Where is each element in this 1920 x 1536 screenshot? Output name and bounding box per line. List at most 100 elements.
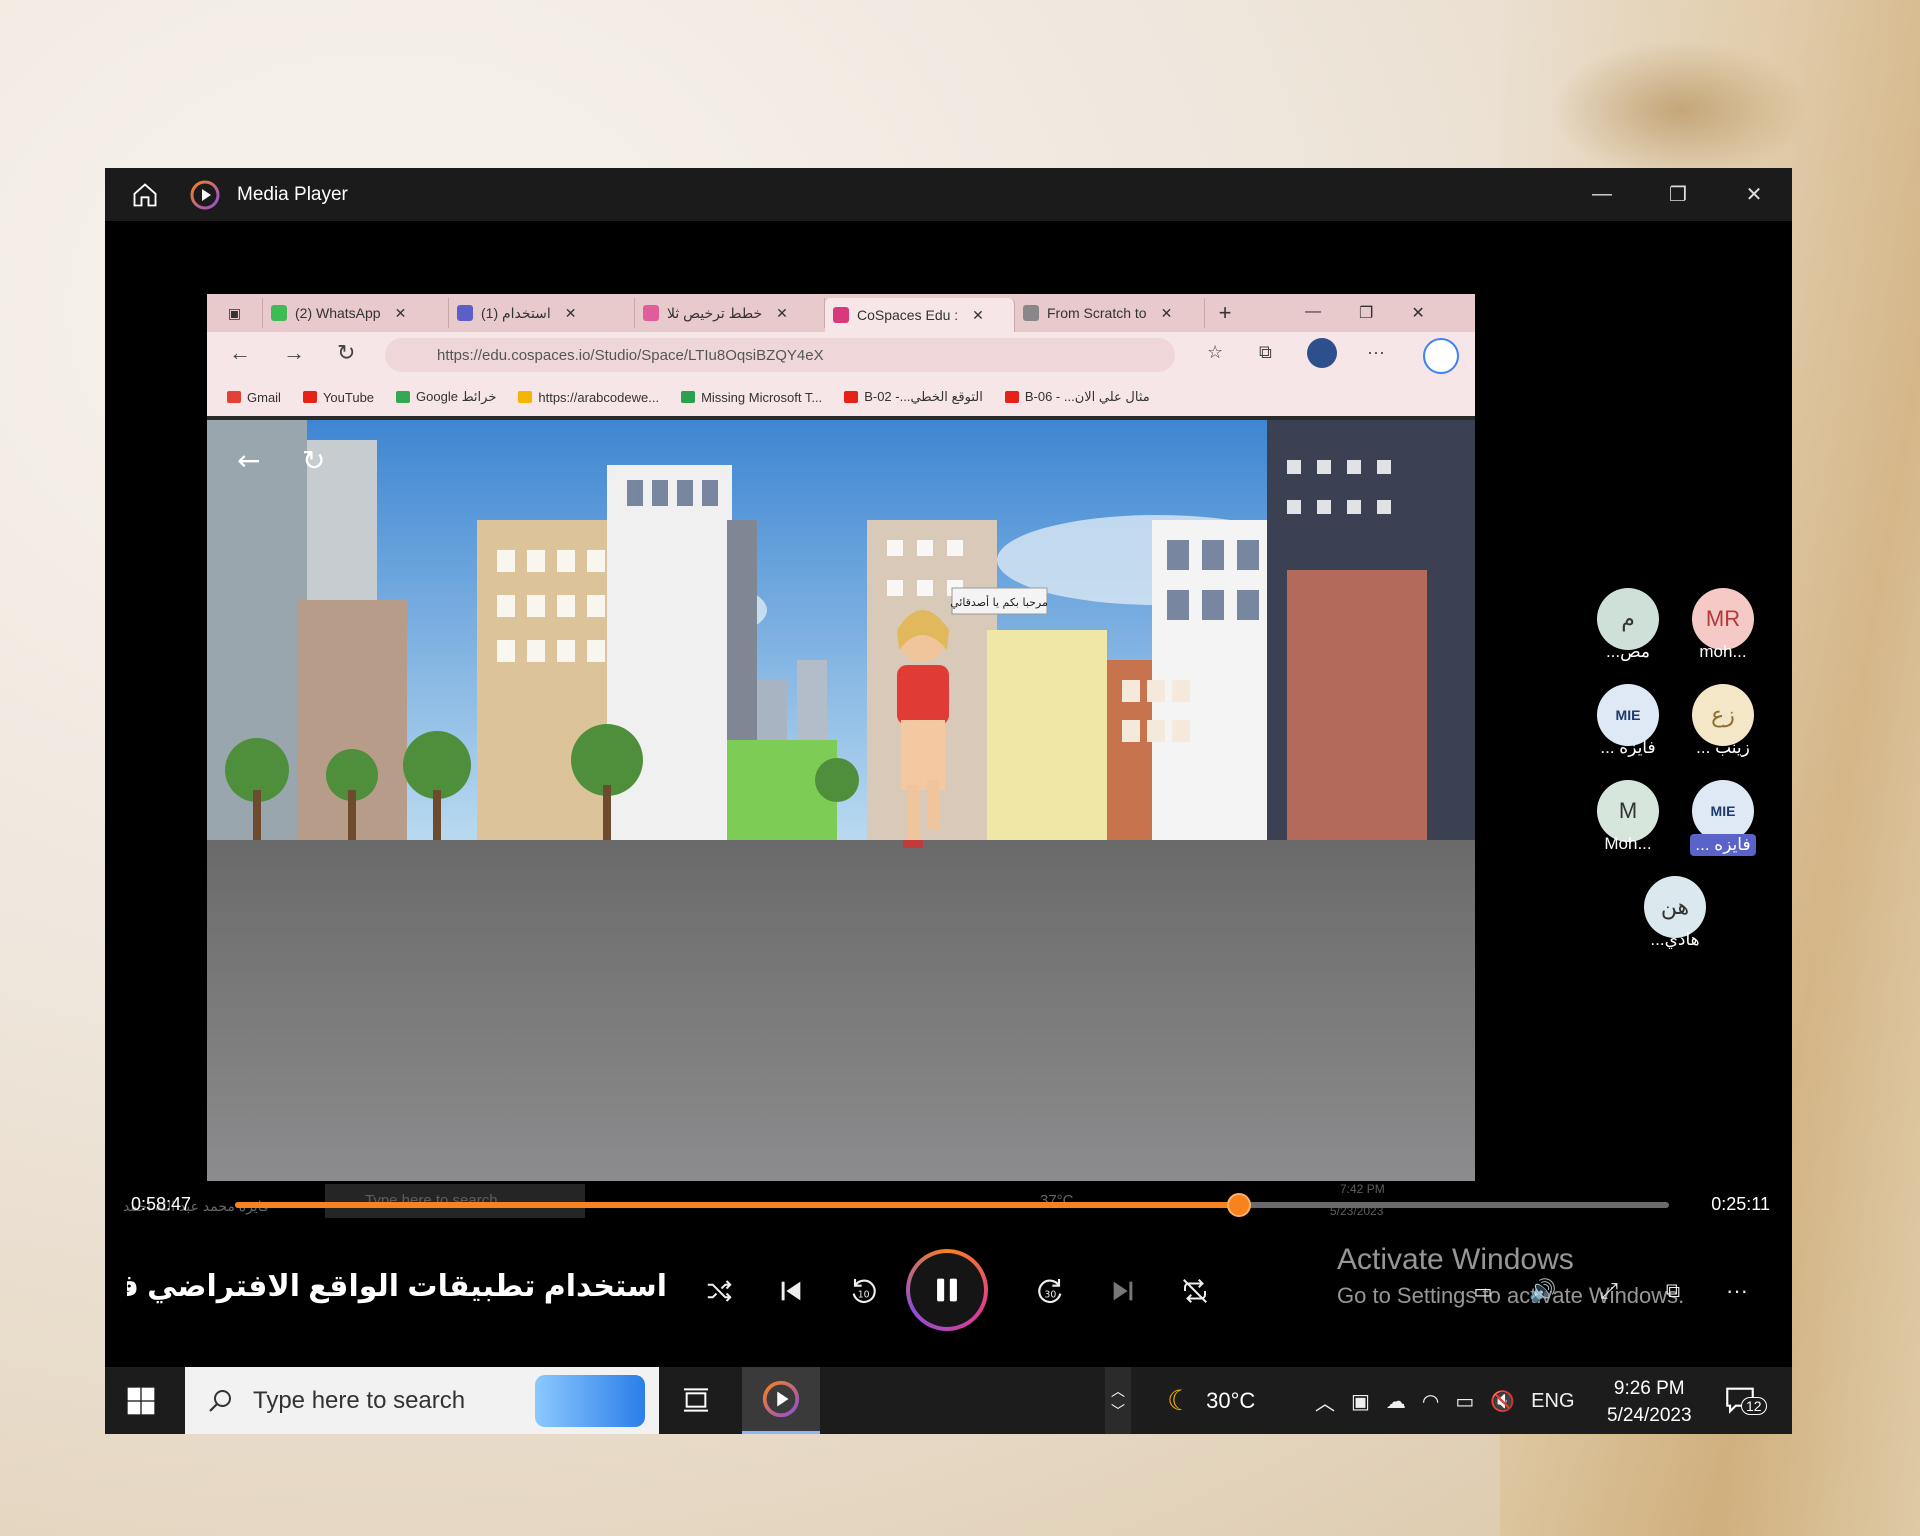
now-playing-title: استخدام تطبيقات الواقع الافتراضي ف... <box>127 1270 667 1303</box>
participant-tile[interactable]: M Moh... <box>1595 780 1661 854</box>
background-decoration-spot <box>1550 40 1810 180</box>
next-button[interactable] <box>1103 1271 1143 1311</box>
collections-icon: ⧉ <box>1259 342 1272 362</box>
bookmark: https://arabcodewe... <box>518 390 659 405</box>
taskbar-clock[interactable]: 9:26 PM 5/24/2023 <box>1607 1375 1692 1429</box>
seek-bar-progress <box>235 1202 1239 1208</box>
recorded-tab: From Scratch to ✕ <box>1015 298 1205 328</box>
moon-icon: ☾ <box>1167 1385 1193 1416</box>
cospaces-icon <box>833 307 849 323</box>
recorded-tab-active: CoSpaces Edu : ✕ <box>825 298 1015 332</box>
taskbar-media-player-button[interactable] <box>742 1367 820 1434</box>
repeat-off-button[interactable] <box>1175 1271 1215 1311</box>
home-icon[interactable] <box>131 181 159 209</box>
next-icon <box>1113 1281 1133 1301</box>
new-tab-icon: + <box>1218 300 1232 325</box>
more-icon: ··· <box>1367 342 1385 362</box>
media-player-window: Media Player — ❐ ✕ ▣ (2) WhatsApp ✕ (1) ا… <box>105 168 1792 1434</box>
participant-tile[interactable]: زع... زينب <box>1690 684 1756 758</box>
skip-back-10-button[interactable]: 10 <box>843 1271 883 1311</box>
recorded-window-controls: — ❐ ✕ <box>1305 303 1425 322</box>
search-highlight-illustration <box>535 1375 645 1427</box>
participant-tile[interactable]: م ...مص <box>1595 588 1661 662</box>
windows-taskbar: Type here to search ︿ ﹀ ☾ 30°C ︿ ▣ ☁ ◠ ▭ … <box>105 1367 1792 1434</box>
elapsed-time: 0:58:47 <box>131 1194 192 1214</box>
participants-gallery: م ...مص MR moh... MIE... فايزه زع... زينب … <box>1595 588 1792 968</box>
notification-count: 12 <box>1741 1397 1767 1415</box>
recorded-tab: (2) WhatsApp ✕ <box>263 298 449 328</box>
recorded-url-field: https://edu.cospaces.io/Studio/Space/LTI… <box>385 338 1175 372</box>
svg-text:10: 10 <box>858 1290 870 1301</box>
cospaces-city-scene: مرحبا بكم يا أصدقائي ← ↻ <box>207 420 1475 1181</box>
bookmark: YouTube <box>302 390 374 405</box>
bookmark: B-02 -...التوقع الخطي <box>844 389 983 405</box>
seek-bar[interactable] <box>235 1193 1669 1217</box>
forward-icon: → <box>283 340 305 365</box>
expand-icon: ⤢ <box>1600 1278 1618 1303</box>
chevron-up-icon: ︿ <box>1111 1382 1125 1399</box>
search-icon <box>209 1389 231 1412</box>
wifi-icon[interactable]: ◠ <box>1422 1389 1439 1414</box>
speech-bubble-text: مرحبا بكم يا أصدقائي <box>950 595 1048 609</box>
more-options-button[interactable]: ··· <box>1717 1271 1757 1311</box>
svg-text:30: 30 <box>1044 1290 1056 1301</box>
more-icon: ··· <box>1726 1278 1748 1303</box>
bookmark: Google خرائط <box>396 389 496 405</box>
battery-icon[interactable]: ▭ <box>1455 1389 1474 1414</box>
chevron-up-icon[interactable]: ︿ <box>1315 1387 1335 1416</box>
media-player-icon <box>762 1380 800 1418</box>
recorded-bookmarks-bar: Gmail YouTube Google خرائط https://arabc… <box>207 378 1475 416</box>
activate-windows-watermark: Activate Windows Go to Settings to activ… <box>1337 1243 1685 1308</box>
meet-now-icon[interactable]: ▣ <box>1351 1389 1370 1414</box>
volume-button[interactable]: 🔊 <box>1523 1271 1563 1311</box>
notification-center-button[interactable]: 12 <box>1723 1383 1767 1419</box>
recorded-tab: خطط ترخيص ثلا ✕ <box>635 298 825 328</box>
mini-player-button[interactable]: ⧉ <box>1653 1271 1693 1311</box>
app-title: Media Player <box>237 183 348 205</box>
profile-avatar-icon <box>1307 338 1337 368</box>
captions-button[interactable]: ▭ <box>1463 1271 1503 1311</box>
onedrive-icon[interactable]: ☁ <box>1386 1389 1406 1414</box>
close-button[interactable]: ✕ <box>1716 168 1792 221</box>
participant-tile[interactable]: هن ...هادي <box>1642 876 1708 950</box>
taskbar-scroll-buttons[interactable]: ︿ ﹀ <box>1105 1367 1131 1434</box>
participant-tile[interactable]: MR moh... <box>1690 588 1756 662</box>
windows-start-icon[interactable] <box>125 1385 157 1417</box>
mini-player-icon: ⧉ <box>1665 1279 1681 1302</box>
language-indicator[interactable]: ENG <box>1531 1390 1574 1413</box>
refresh-icon: ↻ <box>337 340 356 365</box>
taskbar-search-box[interactable]: Type here to search <box>185 1367 659 1434</box>
volume-muted-icon[interactable]: 🔇 <box>1490 1389 1515 1414</box>
svg-text:←: ← <box>237 444 260 477</box>
seek-handle[interactable] <box>1226 1193 1251 1217</box>
fullscreen-button[interactable]: ⤢ <box>1589 1271 1629 1311</box>
seek-row: 0:58:47 0:25:11 <box>105 1186 1792 1226</box>
participant-tile-active[interactable]: MIE... فايزه <box>1690 780 1756 856</box>
page-icon <box>643 305 659 321</box>
skip-forward-30-button[interactable]: 30 <box>1031 1271 1071 1311</box>
volume-icon: 🔊 <box>1529 1278 1557 1303</box>
video-frame[interactable]: ▣ (2) WhatsApp ✕ (1) استخدام ✕ خطط ترخيص ث… <box>207 294 1475 1181</box>
rewind-10-icon: 10 <box>852 1279 876 1303</box>
bing-icon <box>1423 338 1459 374</box>
recorded-browser-tabs: ▣ (2) WhatsApp ✕ (1) استخدام ✕ خطط ترخيص ث… <box>207 294 1475 332</box>
participant-tile[interactable]: MIE... فايزه <box>1595 684 1661 758</box>
weather-widget[interactable]: ☾ 30°C <box>1167 1384 1255 1417</box>
pause-icon <box>910 1253 984 1327</box>
previous-button[interactable] <box>771 1271 811 1311</box>
pause-button[interactable] <box>906 1249 988 1331</box>
bookmark: B-06 - ...مثال علي الان <box>1004 389 1150 405</box>
remaining-time: 0:25:11 <box>1711 1194 1770 1214</box>
svg-text:↻: ↻ <box>302 444 325 477</box>
task-view-icon[interactable] <box>680 1384 712 1416</box>
favorites-icon: ☆ <box>1207 342 1224 362</box>
recorded-tab: (1) استخدام ✕ <box>449 298 635 328</box>
recorded-address-bar: ← → ↻ https://edu.cospaces.io/Studio/Spa… <box>207 332 1475 378</box>
restore-button[interactable]: ❐ <box>1640 168 1716 221</box>
back-icon: ← <box>229 340 251 365</box>
shuffle-button[interactable] <box>699 1271 739 1311</box>
minimize-button[interactable]: — <box>1564 168 1640 221</box>
media-player-logo-icon <box>190 180 220 209</box>
whatsapp-icon <box>271 305 287 321</box>
bookmark: Gmail <box>227 390 281 405</box>
